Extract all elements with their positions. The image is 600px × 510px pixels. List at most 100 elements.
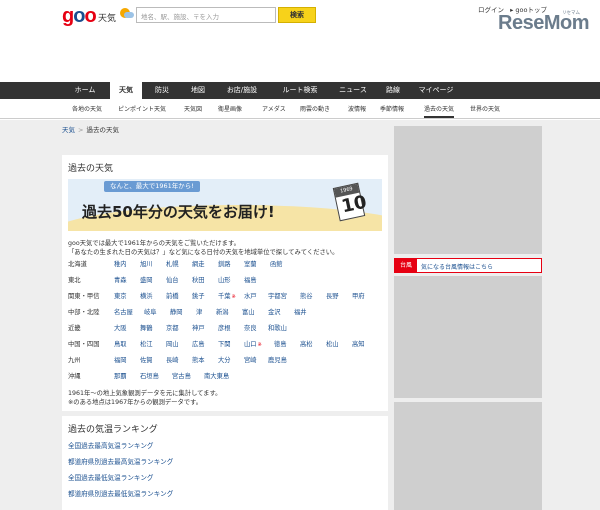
station-link[interactable]: 那覇 (114, 371, 127, 380)
search-input[interactable]: 地名、駅、施設、〒を入力 (136, 7, 276, 23)
station-link[interactable]: 東京 (114, 291, 127, 300)
station-link[interactable]: 盛岡 (140, 275, 153, 284)
nav-weather[interactable]: 天気 (110, 82, 142, 99)
station-link[interactable]: 神戸 (192, 323, 205, 332)
ranking-link-pref-min[interactable]: 都道府県別過去最低気温ランキング (68, 488, 173, 498)
subnav-chart[interactable]: 天気図 (184, 104, 202, 113)
typhoon-alert[interactable]: 台風 気になる台風情報はこちら (394, 258, 542, 273)
station-link[interactable]: 仙台 (166, 275, 179, 284)
station-link[interactable]: 網走 (192, 259, 205, 268)
station-link[interactable]: 青森 (114, 275, 127, 284)
station-link[interactable]: 銚子 (192, 291, 205, 300)
breadcrumb-home[interactable]: 天気 (62, 126, 75, 134)
station-link[interactable]: 熊谷 (300, 291, 313, 300)
subnav-satellite[interactable]: 衛星画像 (218, 104, 242, 113)
description: goo天気では最大で1961年からの天気をご覧いただけます。 「あなたの生まれた… (68, 239, 338, 257)
station-link[interactable]: 岐阜 (144, 307, 157, 316)
station-link[interactable]: 宇都宮 (268, 291, 287, 300)
ranking-link-pref-max[interactable]: 都道府県別過去最高気温ランキング (68, 456, 173, 466)
station-link[interactable]: 室蘭 (244, 259, 257, 268)
nav-train[interactable]: 路線 (376, 82, 410, 99)
station-link[interactable]: 宮古島 (172, 371, 191, 380)
ranking-panel: 過去の気温ランキング 全国過去最高気温ランキング 都道府県別過去最高気温ランキン… (62, 416, 388, 510)
station-link[interactable]: 鳥取 (114, 339, 127, 348)
station-link[interactable]: 鹿児島 (268, 355, 287, 364)
subnav-past[interactable]: 過去の天気 (424, 104, 455, 118)
subnav-season[interactable]: 季節情報 (380, 104, 404, 113)
nav-news[interactable]: ニュース (330, 82, 376, 99)
region-name: 中部・北陸 (68, 309, 100, 316)
station-link[interactable]: 長野 (326, 291, 339, 300)
ranking-link-national-max[interactable]: 全国過去最高気温ランキング (68, 440, 154, 450)
station-link[interactable]: 大分 (218, 355, 231, 364)
station-link[interactable]: 金沢 (268, 307, 281, 316)
ad-slot-top[interactable] (394, 126, 542, 254)
station-name[interactable]: 山口 (244, 341, 257, 348)
station-link[interactable]: 舞鶴 (140, 323, 153, 332)
search-button[interactable]: 検索 (278, 7, 316, 23)
station-link[interactable]: 釧路 (218, 259, 231, 268)
station-link[interactable]: 秋田 (192, 275, 205, 284)
station-link[interactable]: 横浜 (140, 291, 153, 300)
station-link[interactable]: 岡山 (166, 339, 179, 348)
sub-nav: 各地の天気 ピンポイント天気 天気図 衛星画像 アメダス 雨雲の動き 波情報 季… (0, 99, 600, 119)
promo-banner: なんと、最大で1961年から! 過去50年分の天気をお届け! 1969 10 (68, 179, 382, 231)
nav-disaster[interactable]: 防災 (142, 82, 182, 99)
station-link[interactable]: 下関 (218, 339, 231, 348)
station-link[interactable]: 旭川 (140, 259, 153, 268)
station-link[interactable]: 和歌山 (268, 323, 287, 332)
subnav-pinpoint[interactable]: ピンポイント天気 (118, 104, 166, 113)
station-name[interactable]: 千葉 (218, 293, 231, 300)
station-link[interactable]: 津 (196, 307, 202, 316)
subnav-wave[interactable]: 波情報 (348, 104, 366, 113)
station-link[interactable]: 大阪 (114, 323, 127, 332)
station-link[interactable]: 京都 (166, 323, 179, 332)
station-link[interactable]: 南大東島 (204, 371, 229, 380)
station-link[interactable]: 名古屋 (114, 307, 133, 316)
nav-mypage[interactable]: マイページ (410, 82, 462, 99)
station-link[interactable]: 山形 (218, 275, 231, 284)
station-link[interactable]: 甲府 (352, 291, 365, 300)
station-link-chiba[interactable]: 千葉※ (218, 291, 236, 300)
station-link[interactable]: 富山 (242, 307, 255, 316)
station-link[interactable]: 新潟 (216, 307, 229, 316)
nav-home[interactable]: ホーム (60, 82, 110, 99)
station-link[interactable]: 水戸 (244, 291, 257, 300)
station-link[interactable]: 札幌 (166, 259, 179, 268)
nav-route[interactable]: ルート検索 (270, 82, 330, 99)
ad-slot-bottom[interactable] (394, 402, 542, 510)
station-link-yamaguchi[interactable]: 山口※ (244, 339, 262, 348)
station-link[interactable]: 前橋 (166, 291, 179, 300)
station-link[interactable]: 高知 (352, 339, 365, 348)
station-link[interactable]: 佐賀 (140, 355, 153, 364)
nav-map[interactable]: 地図 (182, 82, 214, 99)
station-link[interactable]: 福島 (244, 275, 257, 284)
weather-logo-text[interactable]: 天気 (98, 11, 116, 24)
station-link[interactable]: 徳島 (274, 339, 287, 348)
station-link[interactable]: 彦根 (218, 323, 231, 332)
station-link[interactable]: 稚内 (114, 259, 127, 268)
station-link[interactable]: 福井 (294, 307, 307, 316)
station-link[interactable]: 福岡 (114, 355, 127, 364)
station-link[interactable]: 奈良 (244, 323, 257, 332)
ad-slot-middle[interactable] (394, 276, 542, 398)
station-link[interactable]: 石垣島 (140, 371, 159, 380)
subnav-world[interactable]: 世界の天気 (470, 104, 500, 113)
station-link[interactable]: 長崎 (166, 355, 179, 364)
typhoon-link[interactable]: 気になる台風情報はこちら (421, 262, 493, 271)
station-link[interactable]: 宮崎 (244, 355, 257, 364)
subnav-raincloud[interactable]: 雨雲の動き (300, 104, 330, 113)
station-link[interactable]: 松江 (140, 339, 153, 348)
station-link[interactable]: 広島 (192, 339, 205, 348)
station-link[interactable]: 函館 (270, 259, 283, 268)
station-link[interactable]: 静岡 (170, 307, 183, 316)
station-link[interactable]: 高松 (300, 339, 313, 348)
subnav-local[interactable]: 各地の天気 (72, 104, 102, 113)
subnav-amedas[interactable]: アメダス (262, 104, 286, 113)
station-link[interactable]: 熊本 (192, 355, 205, 364)
typhoon-tag: 台風 (395, 259, 417, 272)
nav-shops[interactable]: お店/施設 (214, 82, 270, 99)
ranking-link-national-min[interactable]: 全国過去最低気温ランキング (68, 472, 154, 482)
goo-logo[interactable]: goo (62, 5, 97, 28)
station-link[interactable]: 松山 (326, 339, 339, 348)
